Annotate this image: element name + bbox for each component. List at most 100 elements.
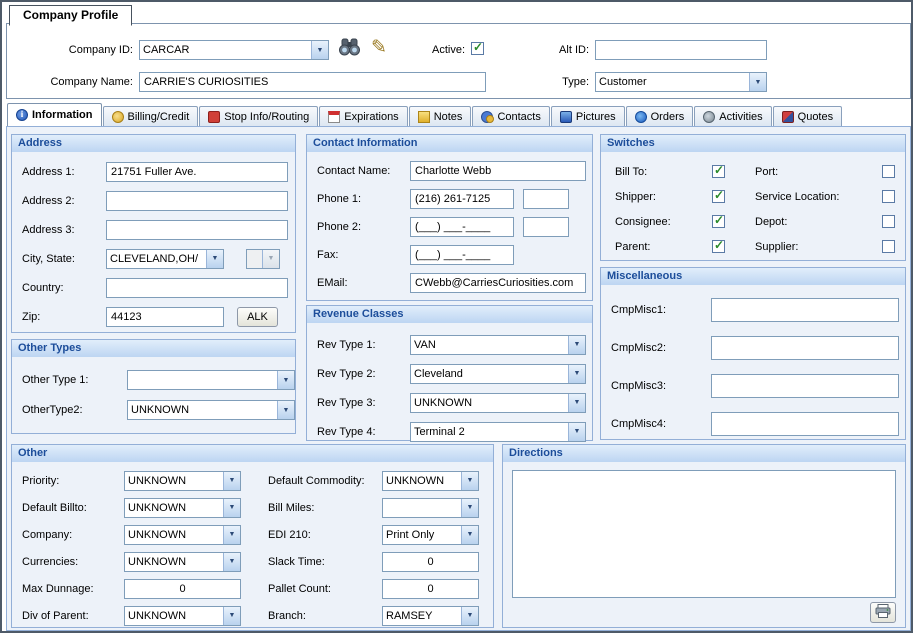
- type-combo[interactable]: Customer: [595, 72, 767, 92]
- supplier-checkbox[interactable]: [882, 240, 895, 253]
- tab-information[interactable]: Information: [7, 103, 102, 126]
- phone1-field[interactable]: (216) 261-7125: [410, 189, 514, 209]
- other-type2-combo[interactable]: UNKNOWN: [127, 400, 295, 420]
- tab-contacts[interactable]: Contacts: [472, 106, 549, 126]
- window-tab-company-profile[interactable]: Company Profile: [9, 5, 132, 26]
- default-billto-combo[interactable]: UNKNOWN: [124, 498, 241, 518]
- address3-field[interactable]: [106, 220, 288, 240]
- rev-type1-label: Rev Type 1:: [317, 339, 410, 351]
- pencil-icon[interactable]: ✎: [371, 36, 387, 59]
- other-type1-combo[interactable]: [127, 370, 295, 390]
- consignee-checkbox[interactable]: [712, 215, 725, 228]
- company-name-label: Company Name:: [23, 76, 133, 88]
- address2-label: Address 2:: [22, 195, 106, 207]
- tab-orders[interactable]: Orders: [626, 106, 694, 126]
- switches-panel-title: Switches: [601, 135, 905, 152]
- chevron-down-icon[interactable]: [277, 371, 294, 389]
- phone2-field[interactable]: (___) ___-____: [410, 217, 514, 237]
- email-field[interactable]: CWebb@CarriesCuriosities.com: [410, 273, 586, 293]
- combo-value: Customer: [596, 73, 749, 91]
- chevron-down-icon[interactable]: [277, 401, 294, 419]
- chevron-down-icon[interactable]: [568, 336, 585, 354]
- chevron-down-icon[interactable]: [223, 607, 240, 625]
- zip-field[interactable]: 44123: [106, 307, 224, 327]
- chevron-down-icon[interactable]: [223, 526, 240, 544]
- content-area: Address Address 1: 21751 Fuller Ave. Add…: [6, 126, 911, 631]
- country-field[interactable]: [106, 278, 288, 298]
- default-commodity-combo[interactable]: UNKNOWN: [382, 471, 479, 491]
- contact-name-label: Contact Name:: [317, 165, 410, 177]
- chevron-down-icon[interactable]: [461, 607, 478, 625]
- cmpmisc3-field[interactable]: [711, 374, 899, 398]
- company-name-field[interactable]: CARRIE'S CURIOSITIES: [139, 72, 486, 92]
- chevron-down-icon[interactable]: [223, 499, 240, 517]
- phone1-ext-field[interactable]: [523, 189, 569, 209]
- div-of-parent-combo[interactable]: UNKNOWN: [124, 606, 241, 626]
- currencies-label: Currencies:: [22, 556, 124, 568]
- binoculars-icon[interactable]: [338, 38, 361, 59]
- address1-label: Address 1:: [22, 166, 106, 178]
- rev-type1-combo[interactable]: VAN: [410, 335, 586, 355]
- cmpmisc1-field[interactable]: [711, 298, 899, 322]
- bill-miles-combo[interactable]: [382, 498, 479, 518]
- pallet-count-field[interactable]: 0: [382, 579, 479, 599]
- max-dunnage-field[interactable]: 0: [124, 579, 241, 599]
- picture-icon: [560, 111, 572, 123]
- tab-pictures[interactable]: Pictures: [551, 106, 625, 126]
- billto-checkbox[interactable]: [712, 165, 725, 178]
- rev-type2-combo[interactable]: Cleveland: [410, 364, 586, 384]
- active-checkbox[interactable]: [471, 42, 484, 55]
- tab-activities[interactable]: Activities: [694, 106, 771, 126]
- tab-quotes[interactable]: Quotes: [773, 106, 842, 126]
- edi-210-combo[interactable]: Print Only: [382, 525, 479, 545]
- slack-time-field[interactable]: 0: [382, 552, 479, 572]
- chevron-down-icon[interactable]: [568, 423, 585, 441]
- phone2-ext-field[interactable]: [523, 217, 569, 237]
- fax-field[interactable]: (___) ___-____: [410, 245, 514, 265]
- address1-field[interactable]: 21751 Fuller Ave.: [106, 162, 288, 182]
- chevron-down-icon[interactable]: [461, 499, 478, 517]
- print-button[interactable]: [870, 602, 896, 623]
- cmpmisc4-field[interactable]: [711, 412, 899, 436]
- chevron-down-icon[interactable]: [311, 41, 328, 59]
- active-label: Active:: [415, 44, 465, 56]
- contact-name-field[interactable]: Charlotte Webb: [410, 161, 586, 181]
- port-checkbox[interactable]: [882, 165, 895, 178]
- cmpmisc2-field[interactable]: [711, 336, 899, 360]
- chevron-down-icon[interactable]: [568, 394, 585, 412]
- tab-notes[interactable]: Notes: [409, 106, 472, 126]
- combo-value: [247, 250, 262, 268]
- alt-id-field[interactable]: [595, 40, 767, 60]
- chevron-down-icon[interactable]: [461, 472, 478, 490]
- directions-textarea[interactable]: [512, 470, 896, 598]
- parent-checkbox[interactable]: [712, 240, 725, 253]
- chevron-down-icon[interactable]: [749, 73, 766, 91]
- chevron-down-icon[interactable]: [223, 472, 240, 490]
- tab-stop-info-routing[interactable]: Stop Info/Routing: [199, 106, 318, 126]
- address2-field[interactable]: [106, 191, 288, 211]
- currencies-combo[interactable]: UNKNOWN: [124, 552, 241, 572]
- service-location-checkbox[interactable]: [882, 190, 895, 203]
- chevron-down-icon[interactable]: [223, 553, 240, 571]
- misc-panel-title: Miscellaneous: [601, 268, 905, 285]
- chevron-down-icon[interactable]: [568, 365, 585, 383]
- city-state-secondary-combo[interactable]: [246, 249, 280, 269]
- alk-button[interactable]: ALK: [237, 307, 278, 327]
- tab-label: Billing/Credit: [128, 111, 190, 123]
- branch-combo[interactable]: RAMSEY: [382, 606, 479, 626]
- priority-combo[interactable]: UNKNOWN: [124, 471, 241, 491]
- tab-billing-credit[interactable]: Billing/Credit: [103, 106, 199, 126]
- depot-checkbox[interactable]: [882, 215, 895, 228]
- rev-type3-combo[interactable]: UNKNOWN: [410, 393, 586, 413]
- company-combo[interactable]: UNKNOWN: [124, 525, 241, 545]
- contact-information-panel: Contact Information Contact Name: Charlo…: [306, 134, 593, 301]
- phone2-label: Phone 2:: [317, 221, 410, 233]
- chevron-down-icon[interactable]: [206, 250, 223, 268]
- shipper-checkbox[interactable]: [712, 190, 725, 203]
- rev-type4-combo[interactable]: Terminal 2: [410, 422, 586, 442]
- combo-value: Print Only: [383, 526, 461, 544]
- chevron-down-icon[interactable]: [461, 526, 478, 544]
- tab-expirations[interactable]: Expirations: [319, 106, 407, 126]
- city-state-combo[interactable]: CLEVELAND,OH/: [106, 249, 224, 269]
- company-id-combo[interactable]: CARCAR: [139, 40, 329, 60]
